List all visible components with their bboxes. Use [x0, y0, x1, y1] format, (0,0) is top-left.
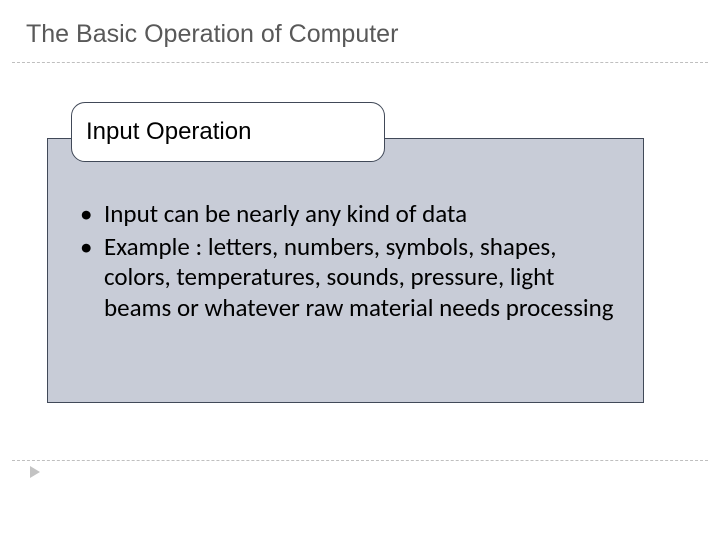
content-box: Input can be nearly any kind of data Exa…	[47, 138, 644, 403]
divider-top	[12, 62, 708, 63]
slide-title: The Basic Operation of Computer	[26, 20, 398, 49]
list-item: Input can be nearly any kind of data	[76, 199, 615, 230]
caret-icon	[30, 466, 40, 478]
card-label: Input Operation	[71, 102, 385, 162]
list-item: Example : letters, numbers, symbols, sha…	[76, 232, 615, 324]
bullet-list: Input can be nearly any kind of data Exa…	[76, 199, 615, 323]
divider-bottom	[12, 460, 708, 461]
